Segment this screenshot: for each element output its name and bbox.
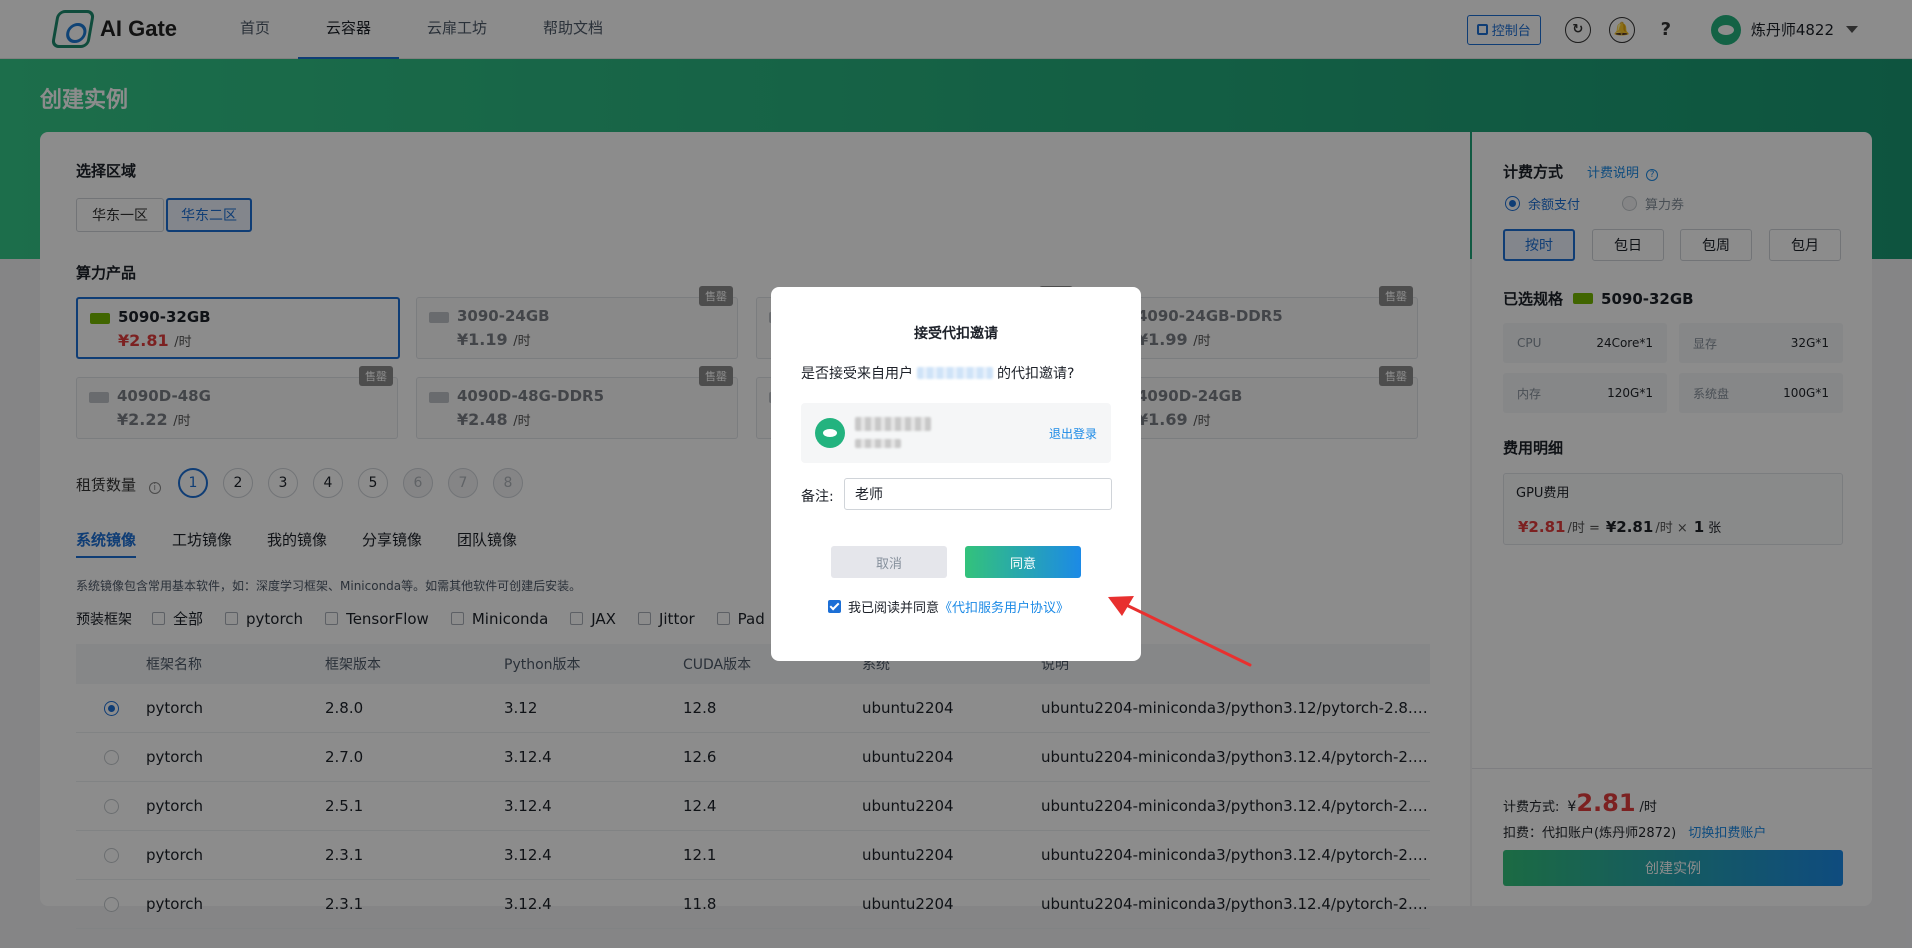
question-prefix: 是否接受来自用户 bbox=[801, 366, 913, 382]
note-input[interactable]: 老师 bbox=[844, 478, 1112, 510]
redacted-inviter-name bbox=[855, 417, 931, 431]
redacted-username bbox=[917, 367, 993, 379]
agreement-checkbox[interactable] bbox=[828, 600, 841, 613]
modal-title: 接受代扣邀请 bbox=[914, 326, 998, 342]
logout-link[interactable]: 退出登录 bbox=[1049, 425, 1097, 442]
agreement-prefix: 我已阅读并同意 bbox=[848, 601, 940, 616]
inviter-avatar bbox=[815, 418, 845, 448]
accept-deduct-modal: 接受代扣邀请 是否接受来自用户 的代扣邀请? 退出登录 备注: 老师 取消 同意… bbox=[771, 287, 1141, 661]
red-arrow-annotation bbox=[1108, 596, 1252, 667]
agreement-link[interactable]: 《代扣服务用户协议》 bbox=[939, 597, 1069, 616]
agree-button[interactable]: 同意 bbox=[965, 546, 1081, 578]
cancel-button[interactable]: 取消 bbox=[831, 546, 947, 578]
arrow-shaft bbox=[1114, 598, 1252, 667]
modal-question: 是否接受来自用户 的代扣邀请? bbox=[801, 363, 1074, 383]
redacted-inviter-id bbox=[855, 439, 901, 448]
inviter-card: 退出登录 bbox=[801, 403, 1111, 463]
note-label: 备注: bbox=[801, 489, 834, 505]
agreement-row: 我已阅读并同意 《代扣服务用户协议》 bbox=[828, 597, 1069, 616]
question-suffix: 的代扣邀请? bbox=[997, 366, 1075, 382]
